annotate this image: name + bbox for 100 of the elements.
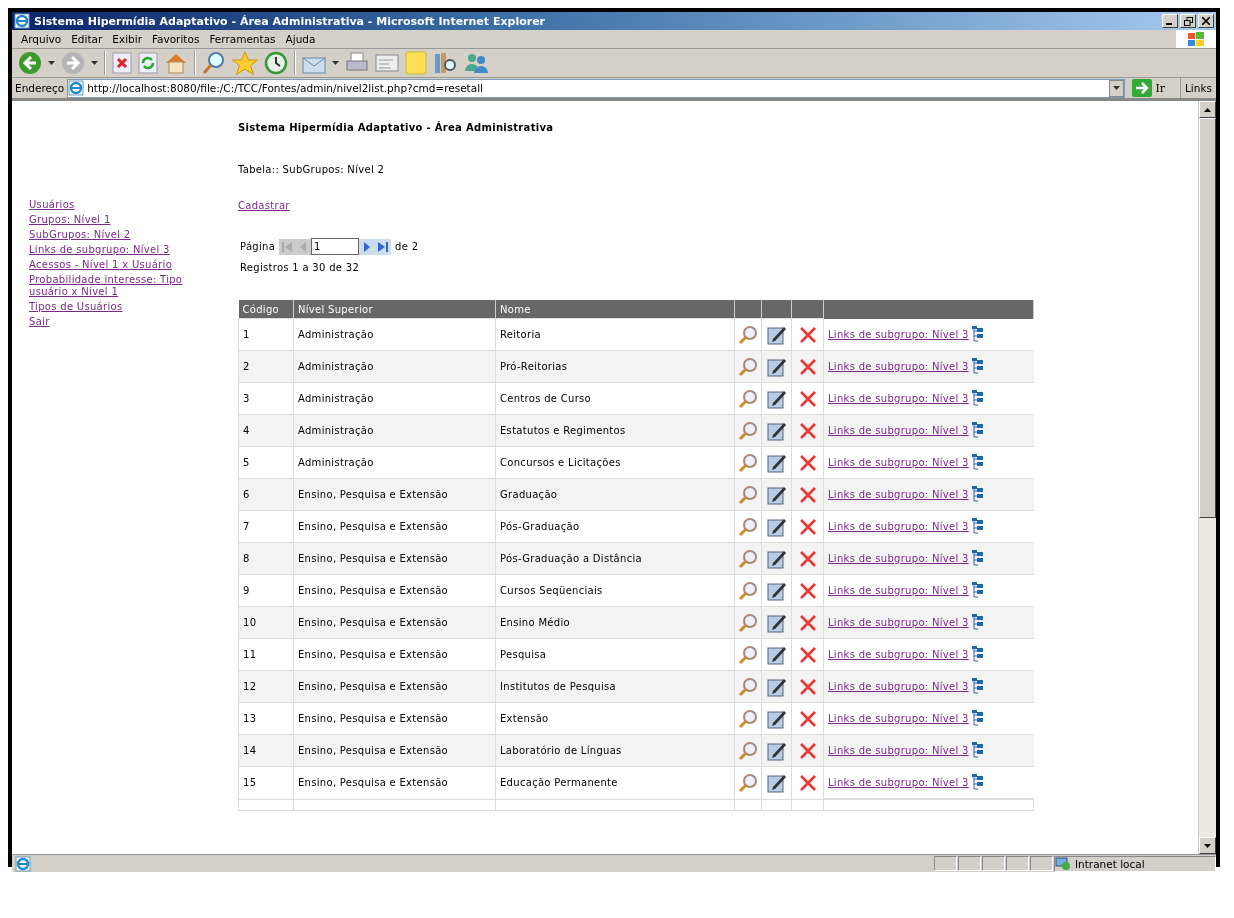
caret-icon[interactable] xyxy=(1113,86,1121,90)
next-page-icon[interactable] xyxy=(359,238,376,255)
close-button[interactable] xyxy=(1198,14,1214,28)
page-number-field[interactable]: 1 xyxy=(311,238,360,255)
tree-icon[interactable] xyxy=(971,710,984,726)
edit-icon[interactable] xyxy=(766,452,787,473)
nav-link[interactable]: Probabilidade interesse: Tipo usuário x Nível 1 xyxy=(29,274,209,298)
dropdown-button[interactable] xyxy=(1109,79,1125,97)
nav-link[interactable]: Acessos - Nível 1 x Usuário xyxy=(29,259,209,271)
delete-icon[interactable] xyxy=(797,484,818,505)
scroll-up-button[interactable] xyxy=(1199,101,1216,118)
edit-icon[interactable] xyxy=(766,772,787,793)
links-button[interactable]: Links xyxy=(1180,78,1216,98)
nav-link[interactable]: Sair xyxy=(29,316,209,328)
menu-item[interactable]: Ajuda xyxy=(280,33,321,45)
nav-link[interactable]: Tipos de Usuários xyxy=(29,301,209,313)
scroll-down-button[interactable] xyxy=(1199,837,1216,854)
delete-icon[interactable] xyxy=(797,740,818,761)
restore-button[interactable] xyxy=(1180,14,1196,28)
back-menu-icon[interactable] xyxy=(48,61,55,65)
subgroup-link[interactable]: Links de subgrupo: Nível 3 xyxy=(828,712,969,724)
menu-item[interactable]: Arquivo xyxy=(16,33,67,45)
tree-icon[interactable] xyxy=(971,678,984,694)
magnifier-icon[interactable] xyxy=(738,516,758,537)
tree-icon[interactable] xyxy=(971,582,984,598)
tree-icon[interactable] xyxy=(971,550,984,566)
delete-icon[interactable] xyxy=(797,388,818,409)
menu-item[interactable]: Favoritos xyxy=(146,33,205,45)
history-icon[interactable] xyxy=(264,51,288,75)
tree-icon[interactable] xyxy=(971,646,984,662)
subgroup-link[interactable]: Links de subgrupo: Nível 3 xyxy=(828,584,969,596)
last-page-icon[interactable] xyxy=(375,238,392,255)
refresh-icon[interactable] xyxy=(138,52,158,74)
magnifier-icon[interactable] xyxy=(738,580,758,601)
delete-icon[interactable] xyxy=(797,644,818,665)
delete-icon[interactable] xyxy=(797,772,818,793)
edit-icon[interactable] xyxy=(766,708,787,729)
magnifier-icon[interactable] xyxy=(738,612,758,633)
edit-icon[interactable] xyxy=(766,516,787,537)
subgroup-link[interactable]: Links de subgrupo: Nível 3 xyxy=(828,776,969,788)
tree-icon[interactable] xyxy=(971,326,984,342)
magnifier-icon[interactable] xyxy=(738,708,758,729)
magnifier-icon[interactable] xyxy=(738,452,758,473)
magnifier-icon[interactable] xyxy=(738,644,758,665)
minimize-button[interactable] xyxy=(1162,14,1178,28)
magnifier-icon[interactable] xyxy=(738,772,758,793)
subgroup-link[interactable]: Links de subgrupo: Nível 3 xyxy=(828,328,969,340)
forward-menu-icon[interactable] xyxy=(91,61,98,65)
tree-icon[interactable] xyxy=(971,518,984,534)
magnifier-icon[interactable] xyxy=(738,740,758,761)
nav-link[interactable]: Grupos: Nível 1 xyxy=(29,214,209,226)
subgroup-link[interactable]: Links de subgrupo: Nível 3 xyxy=(828,520,969,532)
delete-icon[interactable] xyxy=(797,452,818,473)
menu-item[interactable]: Editar xyxy=(66,33,108,45)
edit-icon[interactable] xyxy=(766,388,787,409)
magnifier-icon[interactable] xyxy=(738,356,758,377)
delete-icon[interactable] xyxy=(797,676,818,697)
magnifier-icon[interactable] xyxy=(738,484,758,505)
magnifier-icon[interactable] xyxy=(738,548,758,569)
search-icon[interactable] xyxy=(202,51,226,75)
edit-icon[interactable] xyxy=(766,420,787,441)
tree-icon[interactable] xyxy=(971,390,984,406)
address-field[interactable]: http://localhost:8080/file:/C:/TCC/Fontes/admin/nivel2list.php?cmd=resetall xyxy=(67,78,1126,98)
edit-icon[interactable] xyxy=(766,644,787,665)
edit-icon[interactable] xyxy=(766,356,787,377)
go-button[interactable]: Ir xyxy=(1128,79,1177,97)
edit-icon[interactable] xyxy=(766,740,787,761)
edit-icon[interactable] xyxy=(766,580,787,601)
tree-icon[interactable] xyxy=(971,358,984,374)
nav-link[interactable]: Links de subgrupo: Nível 3 xyxy=(29,244,209,256)
delete-icon[interactable] xyxy=(797,516,818,537)
back-icon[interactable] xyxy=(18,51,42,75)
delete-icon[interactable] xyxy=(797,612,818,633)
tree-icon[interactable] xyxy=(971,454,984,470)
magnifier-icon[interactable] xyxy=(738,388,758,409)
edit-icon[interactable] xyxy=(766,324,787,345)
edit-icon[interactable] xyxy=(766,676,787,697)
delete-icon[interactable] xyxy=(797,420,818,441)
delete-icon[interactable] xyxy=(797,580,818,601)
magnifier-icon[interactable] xyxy=(738,676,758,697)
edit-icon[interactable] xyxy=(766,612,787,633)
register-link[interactable]: Cadastrar xyxy=(238,200,290,211)
delete-icon[interactable] xyxy=(797,324,818,345)
tree-icon[interactable] xyxy=(971,422,984,438)
delete-icon[interactable] xyxy=(797,548,818,569)
subgroup-link[interactable]: Links de subgrupo: Nível 3 xyxy=(828,456,969,468)
scrollbar[interactable] xyxy=(1198,101,1216,854)
delete-icon[interactable] xyxy=(797,708,818,729)
books-icon[interactable] xyxy=(433,51,457,75)
tree-icon[interactable] xyxy=(971,614,984,630)
subgroup-link[interactable]: Links de subgrupo: Nível 3 xyxy=(828,648,969,660)
tree-icon[interactable] xyxy=(971,742,984,758)
magnifier-icon[interactable] xyxy=(738,420,758,441)
mail-menu-icon[interactable] xyxy=(332,61,339,65)
home-icon[interactable] xyxy=(164,52,188,74)
tree-icon[interactable] xyxy=(971,774,984,790)
nav-link[interactable]: SubGrupos: Nível 2 xyxy=(29,229,209,241)
edit-icon[interactable] xyxy=(766,484,787,505)
delete-icon[interactable] xyxy=(797,356,818,377)
magnifier-icon[interactable] xyxy=(738,324,758,345)
